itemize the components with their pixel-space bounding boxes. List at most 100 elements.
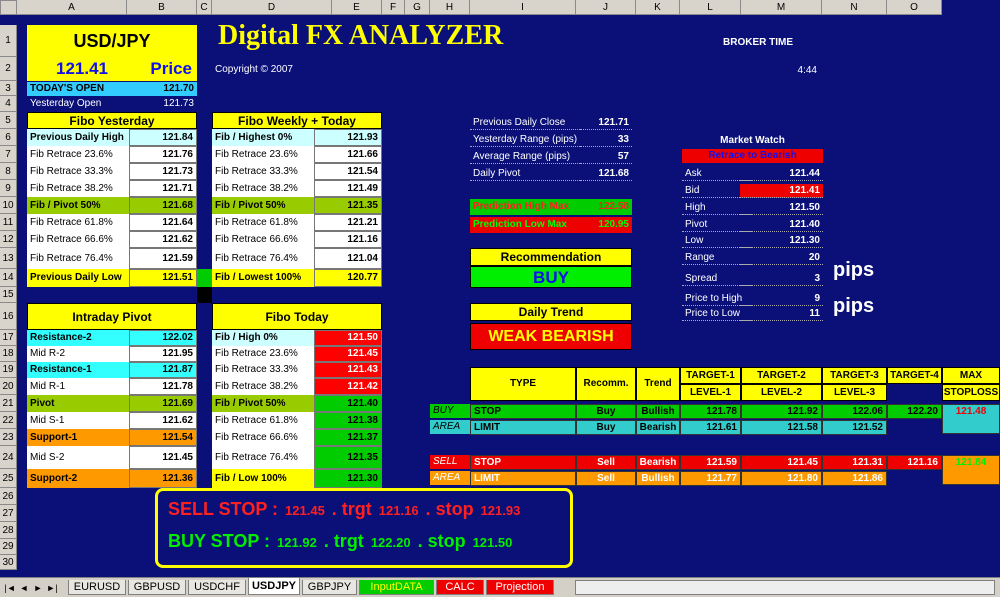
fib-level-value[interactable]: 121.64	[129, 214, 197, 231]
sell-stoploss[interactable]: 121.84	[942, 455, 1000, 485]
column-header[interactable]: I	[470, 0, 576, 15]
header-type[interactable]: TYPE	[470, 367, 576, 401]
column-header[interactable]: E	[332, 0, 382, 15]
sheet-tab[interactable]: CALC	[436, 580, 484, 595]
trade-type[interactable]: LIMIT	[470, 420, 576, 435]
header-level[interactable]: LEVEL-2	[741, 384, 822, 401]
market-watch-value[interactable]: 20	[740, 251, 823, 265]
row-header[interactable]: 19	[0, 362, 17, 378]
trade-target-1[interactable]: 121.78	[680, 404, 741, 419]
fib-level-value[interactable]: 121.36	[129, 469, 197, 488]
fib-level-value[interactable]: 121.16	[314, 231, 382, 248]
trade-trend[interactable]: Bullish	[636, 471, 680, 486]
prediction-high-label[interactable]: Prediction High Max	[470, 199, 582, 215]
column-header[interactable]: D	[212, 0, 332, 15]
fib-level-label[interactable]: Pivot	[27, 395, 129, 412]
fib-level-value[interactable]: 121.62	[129, 412, 197, 429]
trade-type[interactable]: STOP	[470, 404, 576, 419]
fib-level-label[interactable]: Fib Retrace 33.3%	[212, 163, 314, 180]
header-target[interactable]: TARGET-4	[887, 367, 942, 384]
sheet-tab[interactable]: EURUSD	[68, 580, 126, 595]
trade-target-2[interactable]: 121.58	[741, 420, 822, 435]
fib-level-value[interactable]: 121.68	[129, 197, 197, 214]
fib-level-label[interactable]: Fib Retrace 38.2%	[27, 180, 129, 197]
header-recomm[interactable]: Recomm.	[576, 367, 636, 401]
market-watch-value[interactable]: 9	[740, 292, 823, 306]
header-level[interactable]: LEVEL-1	[680, 384, 741, 401]
stat-value[interactable]: 33	[580, 133, 632, 147]
trade-trend[interactable]: Bearish	[636, 455, 680, 470]
trade-target-3[interactable]: 122.06	[822, 404, 887, 419]
fib-level-value[interactable]: 121.35	[314, 197, 382, 214]
fib-level-label[interactable]: Fib Retrace 76.4%	[212, 248, 314, 269]
row-header[interactable]: 27	[0, 505, 17, 522]
trade-target-4[interactable]: 121.16	[887, 455, 942, 470]
fib-level-value[interactable]: 121.43	[314, 362, 382, 378]
fib-level-label[interactable]: Fib / Low 100%	[212, 469, 314, 488]
prediction-low-value[interactable]: 120.95	[582, 217, 632, 233]
horizontal-scrollbar[interactable]	[575, 580, 995, 595]
price-label[interactable]: Price	[137, 57, 195, 79]
market-watch-value[interactable]: 121.40	[740, 218, 823, 232]
fib-level-value[interactable]: 121.84	[129, 129, 197, 146]
market-watch-value[interactable]: 121.30	[740, 234, 823, 248]
fib-level-value[interactable]: 122.02	[129, 330, 197, 346]
fib-level-label[interactable]: Fib / Pivot 50%	[212, 197, 314, 214]
prediction-low-label[interactable]: Prediction Low Max	[470, 217, 582, 233]
buy-stoploss[interactable]: 121.48	[942, 404, 1000, 434]
trade-target-2[interactable]: 121.92	[741, 404, 822, 419]
fib-level-label[interactable]: Fib Retrace 23.6%	[212, 146, 314, 163]
row-header[interactable]: 16	[0, 303, 17, 330]
fib-level-value[interactable]: 121.40	[314, 395, 382, 412]
column-header[interactable]: N	[822, 0, 887, 15]
fib-level-value[interactable]: 121.66	[314, 146, 382, 163]
row-header[interactable]: 29	[0, 539, 17, 555]
current-price[interactable]: 121.41	[27, 57, 137, 79]
row-header[interactable]: 17	[0, 330, 17, 346]
row-header[interactable]: 22	[0, 412, 17, 429]
fib-level-value[interactable]: 121.50	[314, 330, 382, 346]
row-header[interactable]: 21	[0, 395, 17, 412]
fib-level-label[interactable]: Fib Retrace 76.4%	[27, 248, 129, 269]
trade-target-1[interactable]: 121.77	[680, 471, 741, 486]
fib-level-value[interactable]: 121.37	[314, 429, 382, 446]
fib-level-value[interactable]: 121.45	[129, 446, 197, 469]
fib-level-value[interactable]: 121.76	[129, 146, 197, 163]
daily-trend-label[interactable]: Daily Trend	[470, 303, 632, 321]
daily-trend-value[interactable]: WEAK BEARISH	[470, 323, 632, 350]
trade-target-2[interactable]: 121.45	[741, 455, 822, 470]
currency-pair-title[interactable]: USD/JPY	[27, 27, 197, 55]
fib-level-value[interactable]: 121.59	[129, 248, 197, 269]
trade-target-3[interactable]: 121.31	[822, 455, 887, 470]
fib-level-label[interactable]: Mid S-1	[27, 412, 129, 429]
trade-target-2[interactable]: 121.80	[741, 471, 822, 486]
row-header[interactable]: 15	[0, 287, 17, 303]
sheet-tab[interactable]: GBPJPY	[302, 580, 357, 595]
fib-level-label[interactable]: Support-1	[27, 429, 129, 446]
row-header[interactable]: 23	[0, 429, 17, 446]
row-header[interactable]: 10	[0, 197, 17, 214]
row-header[interactable]: 12	[0, 231, 17, 248]
row-header[interactable]: 30	[0, 555, 17, 570]
fib-level-label[interactable]: Fib Retrace 61.8%	[27, 214, 129, 231]
fib-level-label[interactable]: Fib Retrace 66.6%	[212, 231, 314, 248]
market-watch-value[interactable]: 3	[740, 272, 823, 286]
row-header[interactable]: 9	[0, 180, 17, 197]
fib-level-value[interactable]: 121.62	[129, 231, 197, 248]
column-header[interactable]: B	[127, 0, 197, 15]
fib-level-label[interactable]: Fib / Pivot 50%	[27, 197, 129, 214]
fib-level-value[interactable]: 121.54	[129, 429, 197, 446]
stat-value[interactable]: 121.68	[580, 167, 632, 181]
row-header[interactable]: 26	[0, 488, 17, 505]
fib-level-label[interactable]: Fib Retrace 23.6%	[212, 346, 314, 362]
trade-type[interactable]: LIMIT	[470, 471, 576, 486]
row-header[interactable]: 7	[0, 146, 17, 163]
sheet-tab[interactable]: GBPUSD	[128, 580, 186, 595]
fib-level-value[interactable]: 121.95	[129, 346, 197, 362]
yesterday-open-label[interactable]: Yesterday Open	[27, 97, 127, 111]
todays-open-value[interactable]: 121.70	[127, 82, 197, 96]
stat-label[interactable]: Average Range (pips)	[470, 150, 580, 164]
fib-level-value[interactable]: 121.54	[314, 163, 382, 180]
fib-level-value[interactable]: 121.30	[314, 469, 382, 488]
fib-level-value[interactable]: 120.77	[314, 269, 382, 287]
